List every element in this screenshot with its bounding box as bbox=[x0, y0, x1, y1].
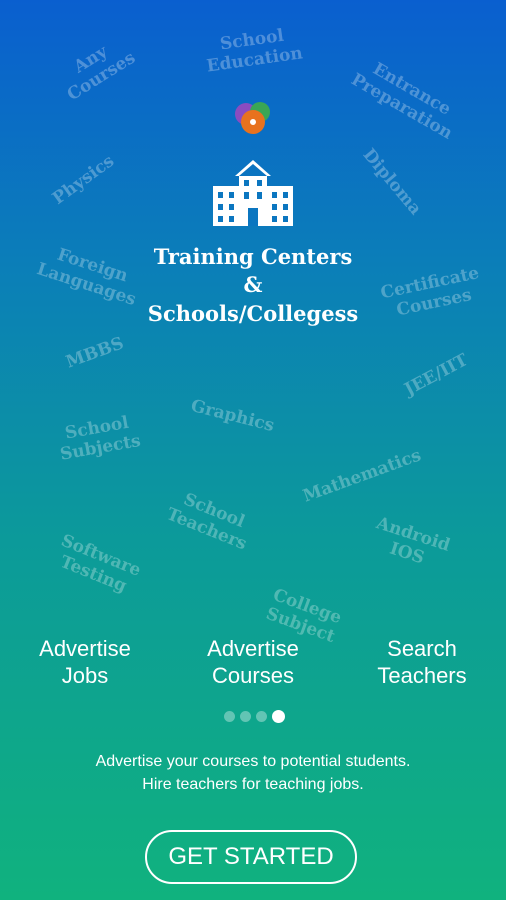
page-dot-2[interactable] bbox=[240, 711, 251, 722]
hero-title-line2: & bbox=[243, 272, 263, 297]
bg-word-school-subjects: School Subjects bbox=[58, 412, 143, 465]
description-line1: Advertise your courses to potential stud… bbox=[95, 753, 411, 770]
bg-word-mathematics: Mathematics bbox=[300, 445, 424, 507]
feature-line1: Search bbox=[387, 636, 457, 661]
hero-title-line3: Schools/Collegess bbox=[147, 301, 359, 326]
page-dot-3[interactable] bbox=[256, 711, 267, 722]
page-dot-4-active[interactable] bbox=[272, 710, 285, 723]
bg-word-school-education: School Education bbox=[205, 25, 304, 77]
page-indicator bbox=[224, 710, 285, 723]
feature-search-teachers: Search Teachers bbox=[347, 635, 497, 689]
bg-word-android-ios: Android IOS bbox=[373, 513, 453, 569]
feature-advertise-jobs: Advertise Jobs bbox=[10, 635, 160, 689]
get-started-button[interactable]: GET STARTED bbox=[145, 830, 357, 884]
feature-line2: Courses bbox=[212, 663, 294, 688]
bg-word-entrance-preparation: Entrance Preparation bbox=[347, 59, 456, 144]
app-logo-icon bbox=[235, 102, 270, 134]
description-line2: Hire teachers for teaching jobs. bbox=[142, 776, 364, 793]
feature-line2: Jobs bbox=[61, 663, 109, 688]
bg-word-physics: Physics bbox=[48, 151, 119, 209]
bg-word-software-testing: Software Testing bbox=[57, 530, 144, 597]
bg-word-any-courses: Any Courses bbox=[63, 41, 139, 106]
feature-line1: Advertise bbox=[207, 636, 299, 661]
bg-word-mbbs: MBBS bbox=[63, 333, 127, 373]
page-dot-1[interactable] bbox=[224, 711, 235, 722]
hero-title-line1: Training Centers bbox=[153, 244, 353, 269]
bg-word-jee-iit: JEE/IIT bbox=[401, 350, 472, 400]
school-building-icon bbox=[213, 160, 293, 226]
feature-line1: Advertise bbox=[39, 636, 131, 661]
bg-word-diploma: Diploma bbox=[358, 144, 426, 220]
bg-word-school-teachers: School Teachers bbox=[163, 489, 250, 555]
feature-advertise-courses: Advertise Courses bbox=[178, 635, 328, 689]
description: Advertise your courses to potential stud… bbox=[0, 750, 506, 796]
bg-word-graphics: Graphics bbox=[188, 396, 277, 436]
feature-line2: Teachers bbox=[377, 663, 467, 688]
